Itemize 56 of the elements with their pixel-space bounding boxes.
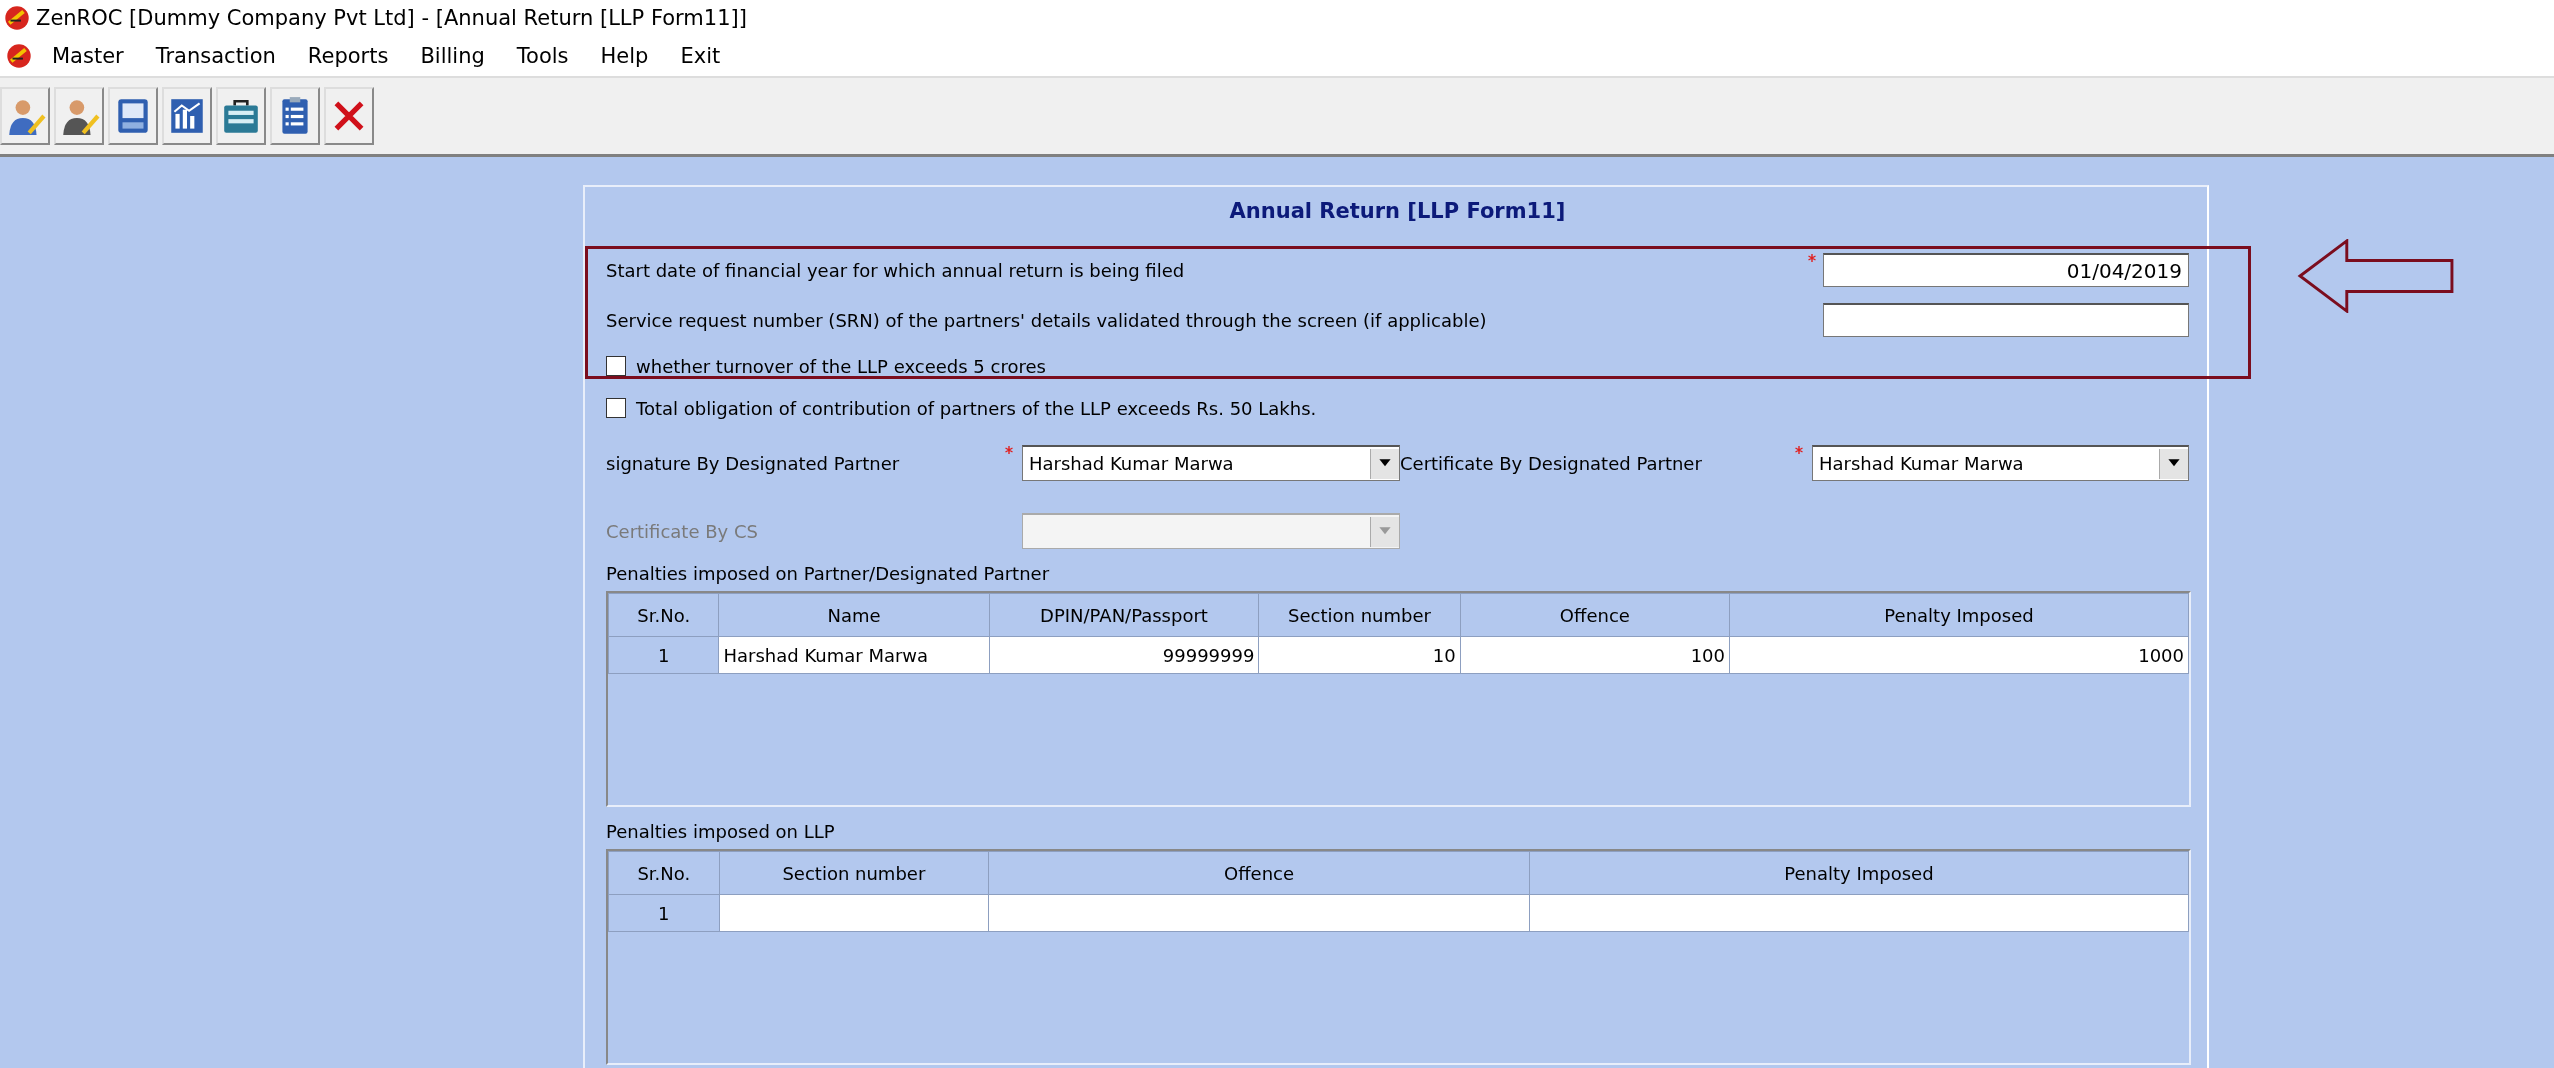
table-caption: Penalties imposed on Partner/Designated Partner: [606, 563, 1051, 586]
checkbox[interactable]: [606, 398, 626, 418]
column-header: DPIN/PAN/Passport: [989, 593, 1259, 637]
column-header: Penalty Imposed: [1529, 851, 2189, 895]
table-cell[interactable]: [988, 894, 1530, 932]
column-header: Sr.No.: [608, 593, 719, 637]
column-header: Sr.No.: [608, 851, 720, 895]
window-title: ZenROC [Dummy Company Pvt Ltd] - [Annual Return [LLP Form11]]: [36, 6, 747, 30]
toolbar-button[interactable]: [54, 87, 104, 145]
select-label: Certificate By Designated Partner: [1400, 452, 1703, 474]
column-header: Offence: [1460, 593, 1730, 637]
dropdown[interactable]: Harshad Kumar Marwa: [1022, 445, 1400, 481]
table-cell[interactable]: Harshad Kumar Marwa: [718, 636, 990, 674]
checkbox[interactable]: [606, 356, 626, 376]
row-number-cell: 1: [608, 894, 720, 932]
column-header: Section number: [1258, 593, 1461, 637]
table-cell[interactable]: [1529, 894, 2189, 932]
select-label: Certificate By CS: [606, 520, 759, 542]
table-cell[interactable]: 1000: [1729, 636, 2189, 674]
checkbox-label: whether turnover of the LLP exceeds 5 crores: [636, 355, 1046, 377]
menu-item[interactable]: Billing: [408, 44, 497, 68]
toolbar-button[interactable]: [0, 87, 50, 145]
table-caption: Penalties imposed on LLP: [606, 821, 836, 844]
column-header: Name: [718, 593, 990, 637]
field-label: Service request number (SRN) of the partners' details validated through the screen (if applicable): [606, 309, 1488, 331]
menu-item[interactable]: Help: [588, 44, 661, 68]
toolbar-button[interactable]: [270, 87, 320, 145]
menu-item[interactable]: Transaction: [143, 44, 288, 68]
toolbar-button[interactable]: [108, 87, 158, 145]
row-number-cell: 1: [608, 636, 719, 674]
menu-item[interactable]: Master: [40, 44, 136, 68]
text-input[interactable]: [1823, 303, 2189, 337]
table-cell[interactable]: 100: [1460, 636, 1730, 674]
menu-item[interactable]: Exit: [668, 44, 733, 68]
text-input[interactable]: 01/04/2019: [1823, 253, 2189, 287]
dropdown[interactable]: Harshad Kumar Marwa: [1812, 445, 2189, 481]
dropdown-arrow-icon: [1378, 527, 1392, 536]
checkbox-label: Total obligation of contribution of partners of the LLP exceeds Rs. 50 Lakhs.: [636, 397, 1317, 419]
toolbar-button[interactable]: [216, 87, 266, 145]
select-label: signature By Designated Partner: [606, 452, 901, 474]
dropdown-arrow-icon: [2167, 459, 2181, 468]
app-logo-icon[interactable]: [6, 43, 32, 69]
column-header: Penalty Imposed: [1729, 593, 2189, 637]
menu-item[interactable]: Tools: [504, 44, 581, 68]
column-header: Section number: [719, 851, 989, 895]
menu-item[interactable]: Reports: [295, 44, 401, 68]
table-cell[interactable]: 99999999: [989, 636, 1259, 674]
app-logo-icon: [4, 5, 30, 31]
field-label: Start date of financial year for which annual return is being filed: [606, 259, 1186, 281]
dropdown-arrow-icon: [1378, 459, 1392, 468]
column-header: Offence: [988, 851, 1530, 895]
table-cell[interactable]: 10: [1258, 636, 1461, 674]
table-cell[interactable]: [719, 894, 989, 932]
toolbar-button[interactable]: [162, 87, 212, 145]
form-title: Annual Return [LLP Form11]: [1228, 198, 1567, 225]
toolbar-button[interactable]: [324, 87, 374, 145]
